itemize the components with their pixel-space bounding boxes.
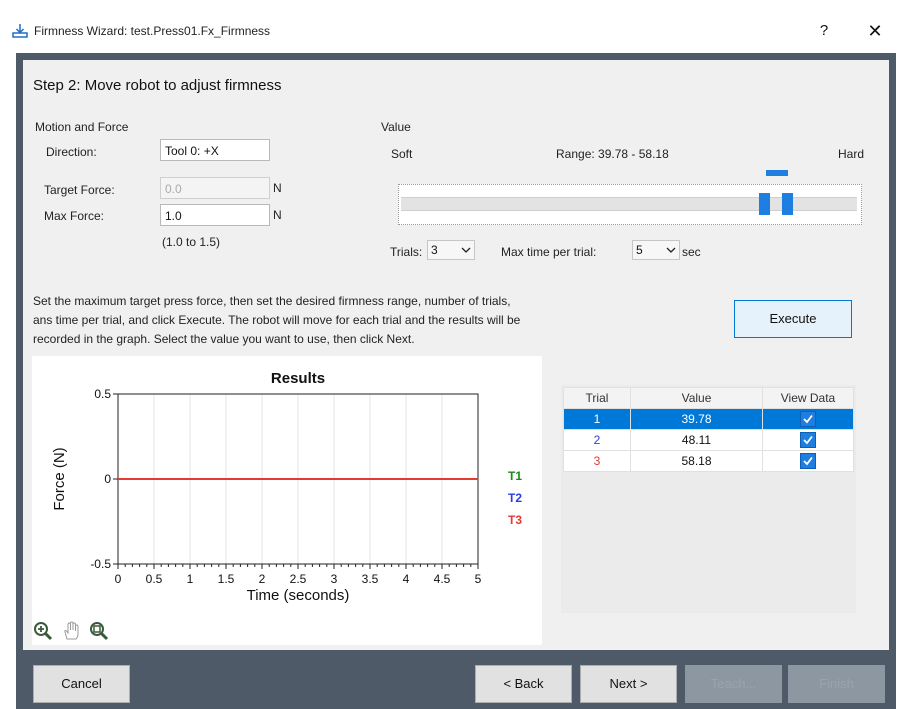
legend-entry-t1: T1 xyxy=(508,469,522,483)
trials-select[interactable]: 3 xyxy=(427,240,475,260)
max-force-field[interactable]: 1.0 xyxy=(160,204,270,226)
trial-cell: 1 xyxy=(563,408,631,430)
instructions-line-2: ans time per trial, and click Execute. T… xyxy=(33,313,521,327)
step-title: Step 2: Move robot to adjust firmness xyxy=(33,77,282,94)
instructions-line-1: Set the maximum target press force, then… xyxy=(33,294,511,308)
execute-button[interactable]: Execute xyxy=(734,300,852,338)
pan-hand-icon[interactable] xyxy=(61,621,81,644)
help-button[interactable]: ? xyxy=(812,18,836,44)
x-tick-label: 2 xyxy=(259,572,266,586)
column-header-value: Value xyxy=(630,387,763,409)
x-tick-label: 3.5 xyxy=(362,572,379,586)
cancel-button[interactable]: Cancel xyxy=(33,665,130,703)
results-chart-svg: Results 0 0.5 1 1.5 2 2.5 3 3.5 4 4.5 5 0.5 0 -0.5 Time… xyxy=(51,370,522,604)
max-force-unit: N xyxy=(273,208,282,222)
view-data-cell xyxy=(762,408,854,430)
x-tick-label: 4.5 xyxy=(434,572,451,586)
direction-field[interactable]: Tool 0: +X xyxy=(160,139,270,161)
max-time-unit: sec xyxy=(682,245,701,259)
x-tick-label: 1.5 xyxy=(218,572,235,586)
y-axis-label: Force (N) xyxy=(51,447,68,510)
x-tick-label: 0 xyxy=(115,572,122,586)
legend-entry-t2: T2 xyxy=(508,491,522,505)
view-data-checkbox[interactable] xyxy=(800,432,816,448)
max-force-range: (1.0 to 1.5) xyxy=(162,235,221,249)
x-axis-label: Time (seconds) xyxy=(247,587,350,604)
x-tick-label: 1 xyxy=(187,572,194,586)
x-tick-label: 5 xyxy=(475,572,482,586)
max-time-select[interactable]: 5 xyxy=(632,240,680,260)
x-tick-label: 2.5 xyxy=(290,572,307,586)
view-data-checkbox[interactable] xyxy=(800,453,816,469)
soft-label: Soft xyxy=(391,147,413,161)
legend-entry-t3: T3 xyxy=(508,513,522,527)
view-data-cell xyxy=(762,429,854,451)
target-force-unit: N xyxy=(273,181,282,195)
slider-marker xyxy=(766,170,788,176)
target-force-label: Target Force: xyxy=(44,183,115,197)
y-tick-label: 0 xyxy=(104,472,111,486)
slider-min-thumb[interactable] xyxy=(759,193,770,215)
table-row[interactable]: 2 48.11 xyxy=(563,429,854,451)
range-label: Range: 39.78 - 58.18 xyxy=(556,147,669,161)
motion-force-heading: Motion and Force xyxy=(35,120,129,134)
target-force-field: 0.0 xyxy=(160,177,270,199)
trials-label: Trials: xyxy=(390,245,423,259)
value-cell: 58.18 xyxy=(630,450,763,472)
execute-label: Execute xyxy=(769,311,817,326)
trial-cell: 3 xyxy=(563,450,631,472)
wizard-icon xyxy=(12,23,28,42)
table-header-row: Trial Value View Data xyxy=(563,387,854,409)
max-time-value: 5 xyxy=(636,243,643,257)
y-tick-label: 0.5 xyxy=(94,387,111,401)
teach-button: Teach... xyxy=(685,665,782,703)
firmness-range-slider[interactable] xyxy=(398,184,862,225)
chevron-down-icon xyxy=(461,241,471,260)
value-cell: 39.78 xyxy=(630,408,763,430)
hard-label: Hard xyxy=(838,147,865,161)
back-button[interactable]: < Back xyxy=(475,665,572,703)
view-data-checkbox[interactable] xyxy=(800,411,816,427)
close-button[interactable]: ✕ xyxy=(862,18,888,44)
view-data-cell xyxy=(762,450,854,472)
value-heading: Value xyxy=(381,120,411,134)
zoom-reset-icon[interactable] xyxy=(89,621,109,644)
column-header-trial: Trial xyxy=(563,387,631,409)
table-row[interactable]: 1 39.78 xyxy=(563,408,854,430)
direction-label: Direction: xyxy=(46,145,97,159)
max-force-label: Max Force: xyxy=(44,209,105,223)
max-time-label: Max time per trial: xyxy=(501,245,597,259)
x-tick-label: 3 xyxy=(331,572,338,586)
slider-max-thumb[interactable] xyxy=(782,193,793,215)
table-row[interactable]: 3 58.18 xyxy=(563,450,854,472)
value-cell: 48.11 xyxy=(630,429,763,451)
chevron-down-icon xyxy=(666,241,676,260)
chart-toolbar xyxy=(33,621,113,641)
chart-title: Results xyxy=(271,370,325,387)
results-table: Trial Value View Data 1 39.78 2 48.11 3 … xyxy=(563,387,854,472)
y-tick-label: -0.5 xyxy=(90,557,111,571)
window-title: Firmness Wizard: test.Press01.Fx_Firmnes… xyxy=(34,24,271,38)
x-tick-label: 0.5 xyxy=(146,572,163,586)
zoom-in-icon[interactable] xyxy=(33,621,53,644)
trials-value: 3 xyxy=(431,243,438,257)
title-bar: Firmness Wizard: test.Press01.Fx_Firmnes… xyxy=(0,12,899,52)
trial-cell: 2 xyxy=(563,429,631,451)
column-header-view-data: View Data xyxy=(762,387,854,409)
next-button[interactable]: Next > xyxy=(580,665,677,703)
finish-button: Finish xyxy=(788,665,885,703)
instructions-line-3: recorded in the graph. Select the value … xyxy=(33,332,415,346)
x-tick-label: 4 xyxy=(403,572,410,586)
results-chart: Results 0 0.5 1 1.5 2 2.5 3 3.5 4 4.5 5 0.5 0 -0.5 Time… xyxy=(32,356,542,645)
